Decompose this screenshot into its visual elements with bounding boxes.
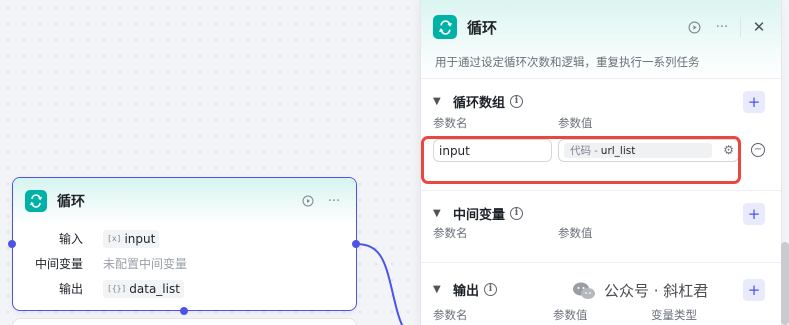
remove-param-icon[interactable]: − [751, 143, 765, 157]
row-value: 未配置中间变量 [103, 257, 188, 271]
run-node-icon[interactable] [298, 191, 318, 211]
col-value-header: 参数值 [558, 226, 593, 240]
section-title: 中间变量 [453, 207, 506, 223]
tag-label: input [124, 231, 156, 246]
column-headers: 参数名 参数值 [421, 225, 781, 241]
node-input-port[interactable] [8, 240, 16, 248]
info-icon[interactable]: i [510, 94, 524, 108]
run-node-icon[interactable] [684, 17, 704, 37]
node-title: 循环 [57, 194, 85, 210]
output-tag: [{}] data_list [103, 279, 184, 298]
input-tag: [x] input [103, 229, 160, 248]
node-output-port[interactable] [352, 240, 360, 248]
panel-scrollbar[interactable] [781, 242, 789, 325]
node-row-input: 输入 [x] input [13, 226, 356, 251]
watermark: 公众号 · 斜杠君 [572, 280, 708, 301]
panel-description: 用于通过设定循环次数和逻辑，重复执行一系列任务 [435, 55, 700, 69]
node-bottom-port[interactable] [180, 307, 188, 315]
add-param-button[interactable]: + [743, 203, 765, 225]
next-node-card[interactable] [12, 318, 357, 325]
loop-icon [433, 15, 457, 39]
node-row-intermediate: 中间变量 未配置中间变量 [13, 251, 356, 276]
header-divider [740, 17, 741, 37]
chevron-down-icon[interactable]: ▼ [433, 208, 449, 219]
col-value-header: 参数值 [558, 116, 593, 130]
more-options-icon[interactable]: ··· [712, 17, 732, 37]
col-name-header: 参数名 [433, 226, 468, 240]
more-options-icon[interactable]: ··· [324, 191, 344, 211]
info-icon[interactable]: i [510, 206, 524, 220]
panel-header: 循环 ··· ✕ 用于通过设定循环次数和逻辑，重复执行一系列任务 [421, 0, 781, 78]
node-row-output: 输出 [{}] data_list [13, 276, 356, 301]
add-param-button[interactable]: + [743, 279, 765, 301]
object-var-icon: [{}] [107, 284, 127, 293]
chevron-down-icon[interactable]: ▼ [433, 284, 449, 295]
loop-node-card[interactable]: 循环 ··· 输入 [x] input 中间变量 未配置中间变量 输出 [{}] d [12, 177, 357, 311]
column-headers: 参数名 参数值 变量类型 [421, 307, 781, 323]
workflow-canvas[interactable]: 循环 ··· 输入 [x] input 中间变量 未配置中间变量 输出 [{}] d [0, 0, 789, 325]
section-title: 输出 [453, 283, 480, 299]
tag-label: data_list [129, 281, 180, 296]
panel-title: 循环 [467, 18, 498, 37]
row-label: 输出 [58, 282, 83, 296]
col-name-header: 参数名 [433, 308, 468, 322]
info-icon[interactable]: i [484, 282, 498, 296]
section-intermediate-variables: ▼ 中间变量 i + 参数名 参数值 [421, 190, 781, 262]
col-type-header: 变量类型 [651, 308, 697, 322]
row-label: 中间变量 [34, 257, 83, 271]
array-var-icon: [x] [107, 234, 122, 243]
row-label: 输入 [58, 232, 83, 246]
loop-icon [25, 190, 47, 212]
chevron-down-icon[interactable]: ▼ [433, 96, 449, 107]
watermark-text: 公众号 · 斜杠君 [604, 282, 709, 300]
section-title: 循环数组 [453, 95, 506, 111]
highlight-annotation [421, 136, 741, 184]
col-name-header: 参数名 [433, 116, 468, 130]
node-header: 循环 ··· [13, 178, 356, 224]
wechat-icon [573, 282, 595, 299]
close-icon[interactable]: ✕ [749, 17, 769, 37]
column-headers: 参数名 参数值 [421, 115, 781, 131]
col-value-header: 参数值 [553, 308, 588, 322]
add-param-button[interactable]: + [743, 91, 765, 113]
